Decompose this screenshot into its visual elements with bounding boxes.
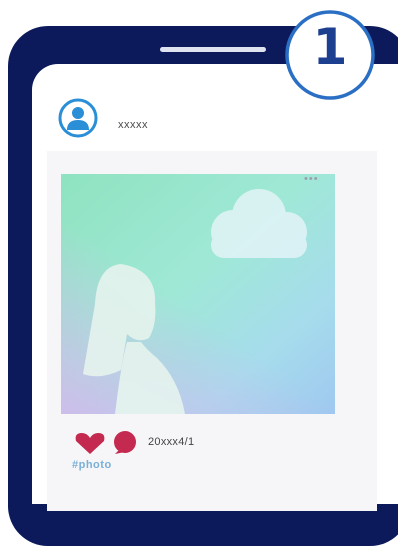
phone-screen: xxxxx ••• 20xxx4/1 #photo (32, 64, 398, 511)
more-dots-icon[interactable]: ••• (304, 174, 319, 185)
speaker-slot (160, 47, 266, 52)
post-photo[interactable] (61, 174, 335, 414)
user-avatar-icon[interactable] (58, 98, 98, 138)
comment-bubble-icon[interactable] (112, 430, 138, 456)
heart-icon[interactable] (74, 432, 106, 454)
hashtag-link[interactable]: #photo (72, 459, 112, 471)
username[interactable]: xxxxx (118, 119, 148, 131)
step-number: 1 (312, 18, 348, 76)
step-badge-label: 1 (283, 8, 377, 102)
post-date: 20xxx4/1 (148, 436, 195, 448)
